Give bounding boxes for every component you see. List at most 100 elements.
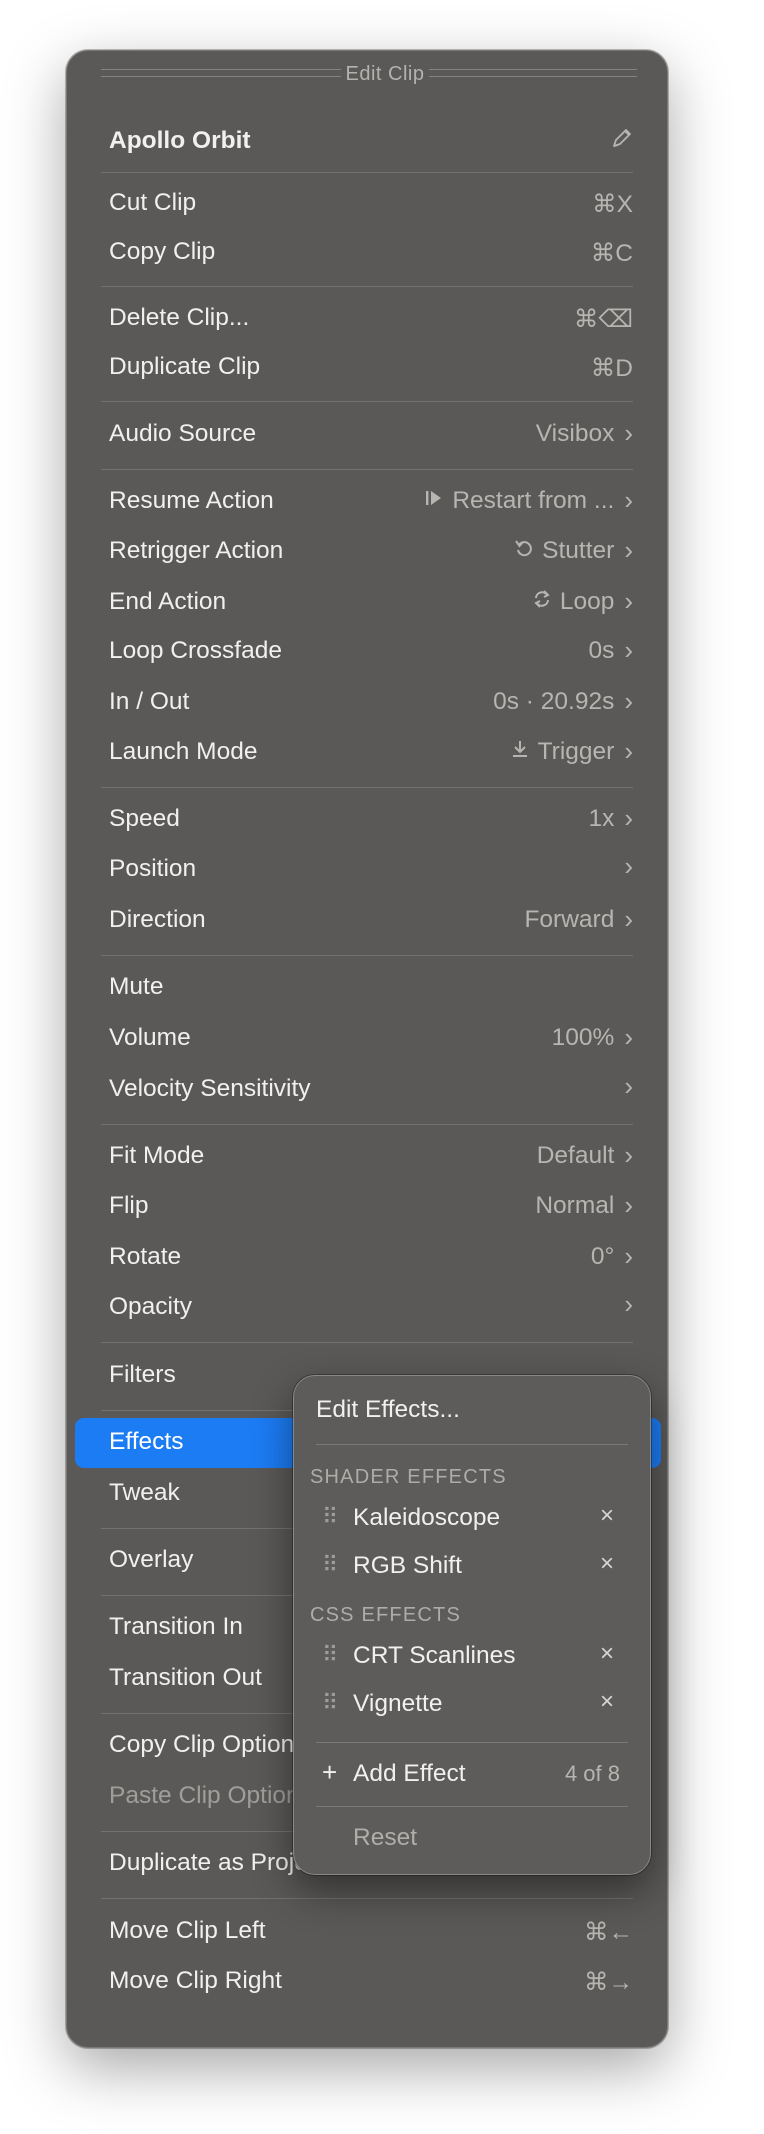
mute-label: Mute: [109, 973, 164, 1000]
launch-mode-item[interactable]: Launch Mode Trigger ›: [67, 728, 667, 778]
close-icon[interactable]: ×: [600, 1640, 614, 1668]
separator: [101, 1342, 633, 1343]
velocity-sensitivity-label: Velocity Sensitivity: [109, 1075, 311, 1102]
audio-source-value: Visibox: [535, 420, 615, 447]
delete-clip-item[interactable]: Delete Clip... ⌘⌫: [67, 294, 667, 344]
effect-item[interactable]: ⠿ CRT Scanlines ×: [294, 1634, 650, 1680]
separator: [316, 1806, 628, 1807]
add-effect-label: Add Effect: [353, 1760, 466, 1787]
menu-title: Edit Clip: [345, 63, 425, 85]
direction-value: Forward: [524, 906, 615, 933]
transition-out-label: Transition Out: [109, 1664, 262, 1691]
effect-count: 4 of 8: [564, 1761, 620, 1786]
move-clip-left-item[interactable]: Move Clip Left ⌘←: [67, 1907, 667, 1957]
speed-item[interactable]: Speed 1x ›: [67, 795, 667, 845]
speed-value: 1x: [588, 805, 615, 832]
rotate-label: Rotate: [109, 1243, 182, 1270]
effect-name: Kaleidoscope: [353, 1504, 501, 1531]
direction-item[interactable]: Direction Forward ›: [67, 896, 667, 946]
separator: [101, 172, 633, 173]
end-action-item[interactable]: End Action Loop ›: [67, 578, 667, 628]
separator: [316, 1742, 628, 1743]
loop-crossfade-item[interactable]: Loop Crossfade 0s ›: [67, 627, 667, 677]
loop-icon: [532, 589, 552, 615]
opacity-item[interactable]: Opacity ›: [67, 1283, 667, 1333]
cut-clip-item[interactable]: Cut Clip ⌘X: [67, 179, 667, 229]
volume-label: Volume: [109, 1024, 191, 1051]
chevron-right-icon: ›: [624, 1022, 633, 1052]
cut-clip-label: Cut Clip: [109, 189, 197, 216]
separator: [101, 401, 633, 402]
shader-effects-header: SHADER EFFECTS: [310, 1466, 507, 1488]
effect-item[interactable]: ⠿ Vignette ×: [294, 1682, 650, 1728]
duplicate-clip-item[interactable]: Duplicate Clip ⌘D: [67, 343, 667, 393]
separator: [101, 286, 633, 287]
move-clip-right-label: Move Clip Right: [109, 1967, 282, 1994]
effect-item[interactable]: ⠿ Kaleidoscope ×: [294, 1496, 650, 1542]
download-icon: [510, 739, 530, 765]
effect-name: Vignette: [353, 1690, 443, 1717]
chevron-right-icon: ›: [624, 736, 633, 766]
move-clip-left-label: Move Clip Left: [109, 1917, 266, 1944]
close-icon[interactable]: ×: [600, 1502, 614, 1530]
retrigger-action-item[interactable]: Retrigger Action Stutter ›: [67, 527, 667, 577]
chevron-right-icon: ›: [624, 1071, 633, 1101]
rotate-item[interactable]: Rotate 0° ›: [67, 1233, 667, 1283]
launch-mode-label: Launch Mode: [109, 738, 258, 765]
retrigger-action-label: Retrigger Action: [109, 537, 284, 564]
chevron-right-icon: ›: [624, 851, 633, 881]
drag-handle-icon[interactable]: ⠿: [322, 1552, 338, 1578]
add-effect-item[interactable]: + Add Effect 4 of 8: [294, 1752, 650, 1798]
chevron-right-icon: ›: [624, 1190, 633, 1220]
menu-titlebar[interactable]: Edit Clip: [67, 57, 667, 91]
position-label: Position: [109, 855, 197, 882]
copy-clip-label: Copy Clip: [109, 238, 216, 265]
move-clip-right-item[interactable]: Move Clip Right ⌘→: [67, 1957, 667, 2007]
edit-effects-label: Edit Effects...: [316, 1396, 460, 1423]
drag-handle-icon[interactable]: ⠿: [322, 1690, 338, 1716]
speed-label: Speed: [109, 805, 180, 832]
separator: [316, 1444, 628, 1445]
chevron-right-icon: ›: [624, 1140, 633, 1170]
resume-action-value: Restart from ...: [452, 487, 615, 514]
plus-icon: +: [322, 1757, 338, 1787]
resume-action-item[interactable]: Resume Action Restart from ... ›: [67, 477, 667, 527]
opacity-label: Opacity: [109, 1293, 193, 1320]
audio-source-item[interactable]: Audio Source Visibox ›: [67, 410, 667, 460]
duplicate-shortcut: ⌘D: [590, 355, 633, 382]
velocity-sensitivity-item[interactable]: Velocity Sensitivity ›: [67, 1065, 667, 1115]
chevron-right-icon: ›: [624, 904, 633, 934]
edit-effects-item[interactable]: Edit Effects...: [294, 1388, 650, 1434]
close-icon[interactable]: ×: [600, 1688, 614, 1716]
css-effects-header: CSS EFFECTS: [310, 1604, 461, 1626]
chevron-right-icon: ›: [624, 485, 633, 515]
clip-name-row[interactable]: Apollo Orbit: [67, 117, 667, 167]
reset-item[interactable]: Reset: [294, 1816, 650, 1862]
copy-clip-options-label: Copy Clip Options: [109, 1731, 307, 1758]
in-out-value: 0s · 20.92s: [493, 688, 615, 715]
clip-name: Apollo Orbit: [109, 127, 251, 154]
mute-item[interactable]: Mute: [67, 963, 667, 1013]
drag-handle-icon[interactable]: ⠿: [322, 1504, 338, 1530]
retrigger-action-value: Stutter: [542, 537, 615, 564]
duplicate-clip-label: Duplicate Clip: [109, 353, 261, 380]
copy-shortcut: ⌘C: [590, 240, 633, 267]
volume-item[interactable]: Volume 100% ›: [67, 1014, 667, 1064]
effect-item[interactable]: ⠿ RGB Shift ×: [294, 1544, 650, 1590]
chevron-right-icon: ›: [624, 1289, 633, 1319]
move-right-shortcut: ⌘→: [584, 1969, 633, 1996]
direction-label: Direction: [109, 906, 206, 933]
pencil-icon[interactable]: [611, 127, 633, 149]
fit-mode-item[interactable]: Fit Mode Default ›: [67, 1132, 667, 1182]
flip-item[interactable]: Flip Normal ›: [67, 1182, 667, 1232]
separator: [101, 1124, 633, 1125]
position-item[interactable]: Position ›: [67, 845, 667, 895]
effect-name: RGB Shift: [353, 1552, 462, 1579]
drag-handle-icon[interactable]: ⠿: [322, 1642, 338, 1668]
copy-clip-item[interactable]: Copy Clip ⌘C: [67, 228, 667, 278]
paste-clip-options-label: Paste Clip Options: [109, 1782, 312, 1809]
separator: [101, 469, 633, 470]
in-out-item[interactable]: In / Out 0s · 20.92s ›: [67, 678, 667, 728]
loop-crossfade-value: 0s: [588, 637, 615, 664]
close-icon[interactable]: ×: [600, 1550, 614, 1578]
